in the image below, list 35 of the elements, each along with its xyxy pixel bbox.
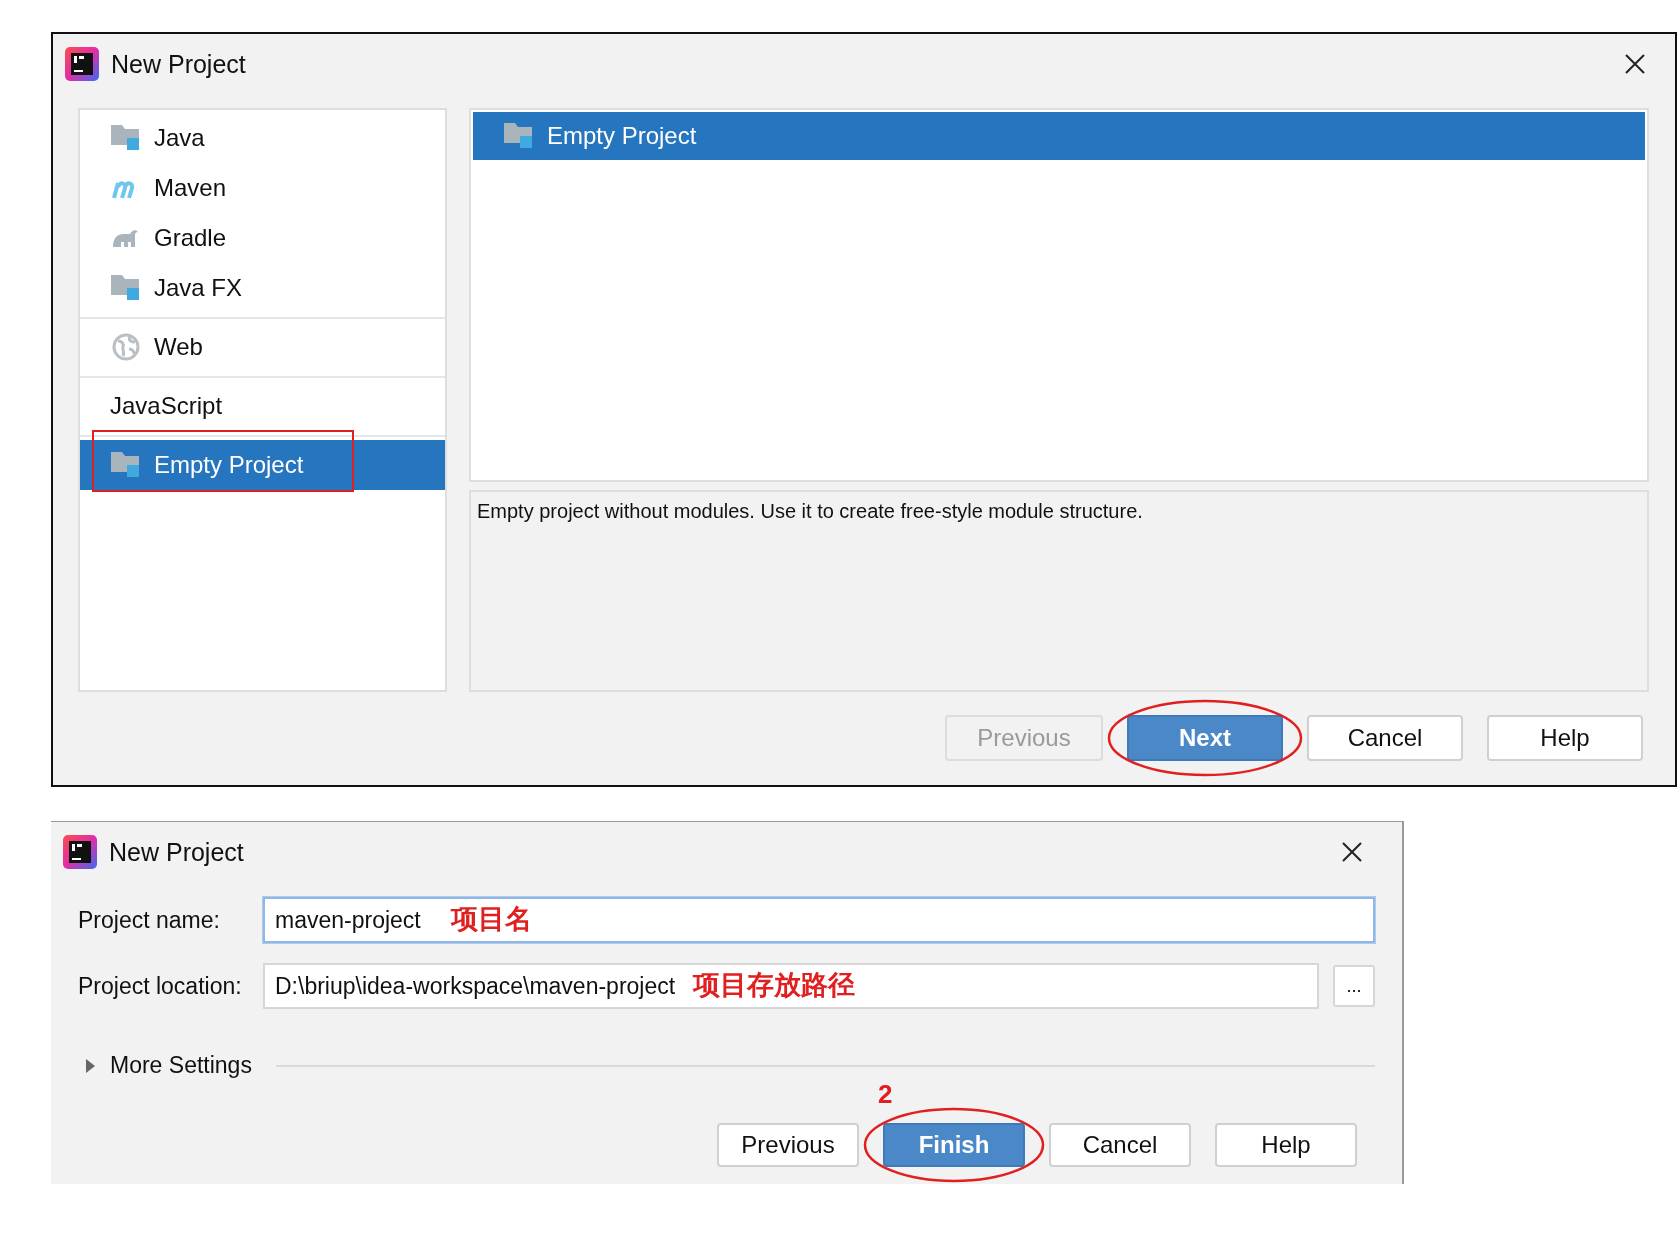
annotation-text: 项目名 — [451, 902, 532, 936]
window-title: New Project — [111, 49, 247, 79]
dialog-button[interactable]: Help — [1487, 715, 1643, 761]
close-icon — [1342, 842, 1362, 862]
dialog-button[interactable]: Finish — [883, 1123, 1025, 1167]
project-type-item[interactable]: Web — [80, 322, 445, 372]
browse-button[interactable]: ... — [1333, 965, 1375, 1007]
annotation-text: 项目存放路径 — [693, 968, 855, 1002]
project-type-item[interactable]: Gradle — [80, 213, 445, 263]
project-type-item[interactable]: Java — [80, 113, 445, 163]
annotation-text: 2 — [878, 1079, 893, 1110]
expand-arrow-icon[interactable] — [84, 1058, 96, 1073]
dialog-button[interactable]: Previous — [717, 1123, 859, 1167]
field-label: Project location: — [78, 972, 243, 1000]
project-type-item[interactable]: Java FX — [80, 263, 445, 313]
template-item[interactable]: Empty Project — [473, 112, 1645, 160]
folder-icon — [504, 123, 534, 149]
dialog-button[interactable]: Cancel — [1307, 715, 1463, 761]
dialog-button[interactable]: Cancel — [1049, 1123, 1191, 1167]
close-icon — [1625, 54, 1645, 74]
folder-icon — [111, 275, 141, 301]
globe-icon — [112, 333, 140, 361]
dialog-button[interactable]: Next — [1127, 715, 1283, 761]
project-type-item[interactable]: Maven — [80, 163, 445, 213]
description-text: Empty project without modules. Use it to create free-style module structure. — [469, 490, 1649, 692]
project-type-item[interactable]: Empty Project — [80, 440, 445, 490]
folder-icon — [111, 125, 141, 151]
app-logo-icon — [63, 835, 97, 869]
section-toggle[interactable]: More Settings — [110, 1052, 252, 1079]
window-title: New Project — [109, 837, 245, 867]
field-label: Project name: — [78, 906, 221, 934]
app-logo-icon — [65, 47, 99, 81]
dialog-button[interactable]: Help — [1215, 1123, 1357, 1167]
folder-icon — [111, 452, 141, 478]
project-type-item[interactable]: JavaScript — [80, 381, 445, 431]
